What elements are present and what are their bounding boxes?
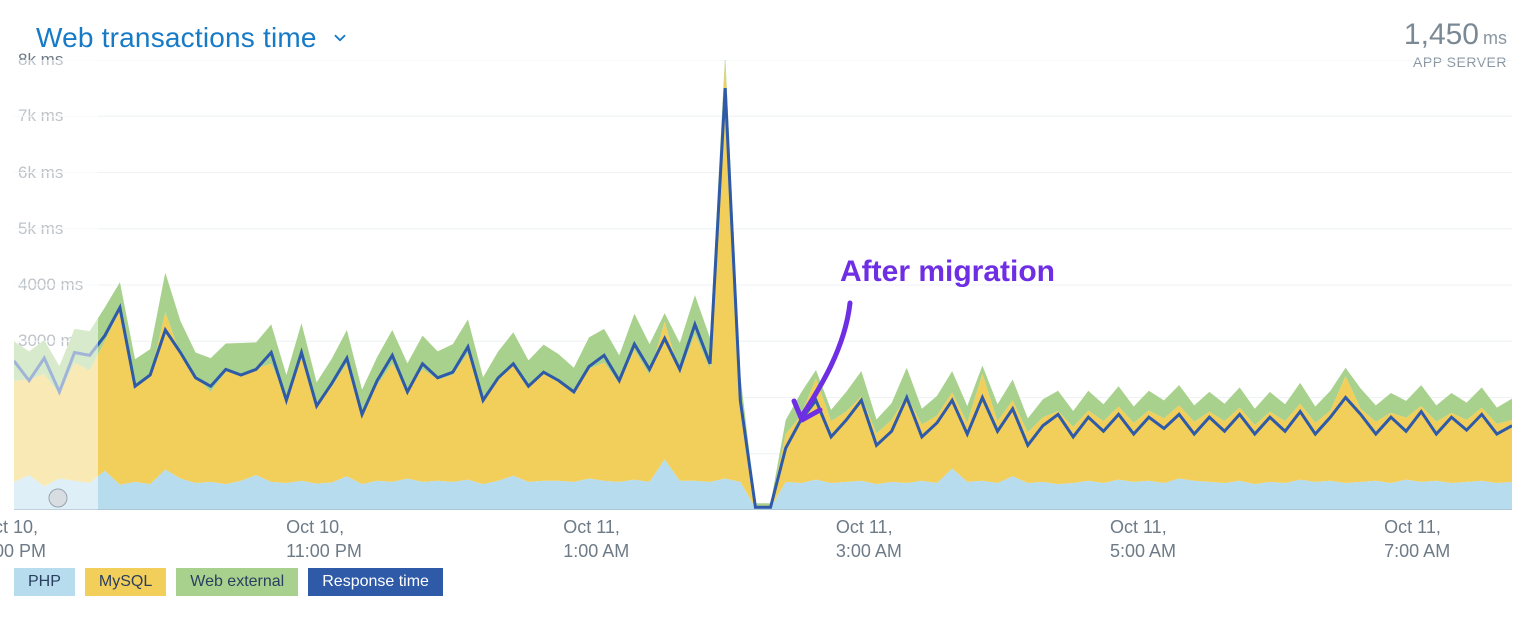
- legend-item-response-time[interactable]: Response time: [308, 568, 443, 596]
- stat-unit: ms: [1483, 28, 1507, 48]
- annotation-arrow-icon: [790, 298, 870, 428]
- ghost-overlay: [14, 60, 98, 510]
- chart-plot[interactable]: [14, 60, 1512, 510]
- x-axis-tick: Oct 11,5:00 AM: [1110, 515, 1176, 564]
- annotation-label: After migration: [840, 255, 1055, 289]
- x-axis-tick: Oct 11,1:00 AM: [563, 515, 629, 564]
- stat-value: 1,450: [1404, 18, 1479, 51]
- chart-container: Web transactions time 1,450ms APP SERVER…: [0, 0, 1525, 617]
- chevron-down-icon: [331, 29, 349, 47]
- legend-item-php[interactable]: PHP: [14, 568, 75, 596]
- legend-item-web-external[interactable]: Web external: [176, 568, 298, 596]
- chart-title-dropdown[interactable]: Web transactions time: [36, 22, 349, 54]
- legend-item-mysql[interactable]: MySQL: [85, 568, 166, 596]
- chart-title: Web transactions time: [36, 22, 317, 54]
- x-axis-tick: Oct 10,11:00 PM: [286, 515, 362, 564]
- x-axis-tick: Oct 11,7:00 AM: [1384, 515, 1450, 564]
- x-axis-tick: Oct 11,3:00 AM: [836, 515, 902, 564]
- x-axis-tick: ct 10,00 PM: [0, 515, 46, 564]
- chart-legend: PHP MySQL Web external Response time: [14, 568, 443, 596]
- point-marker: [49, 489, 67, 507]
